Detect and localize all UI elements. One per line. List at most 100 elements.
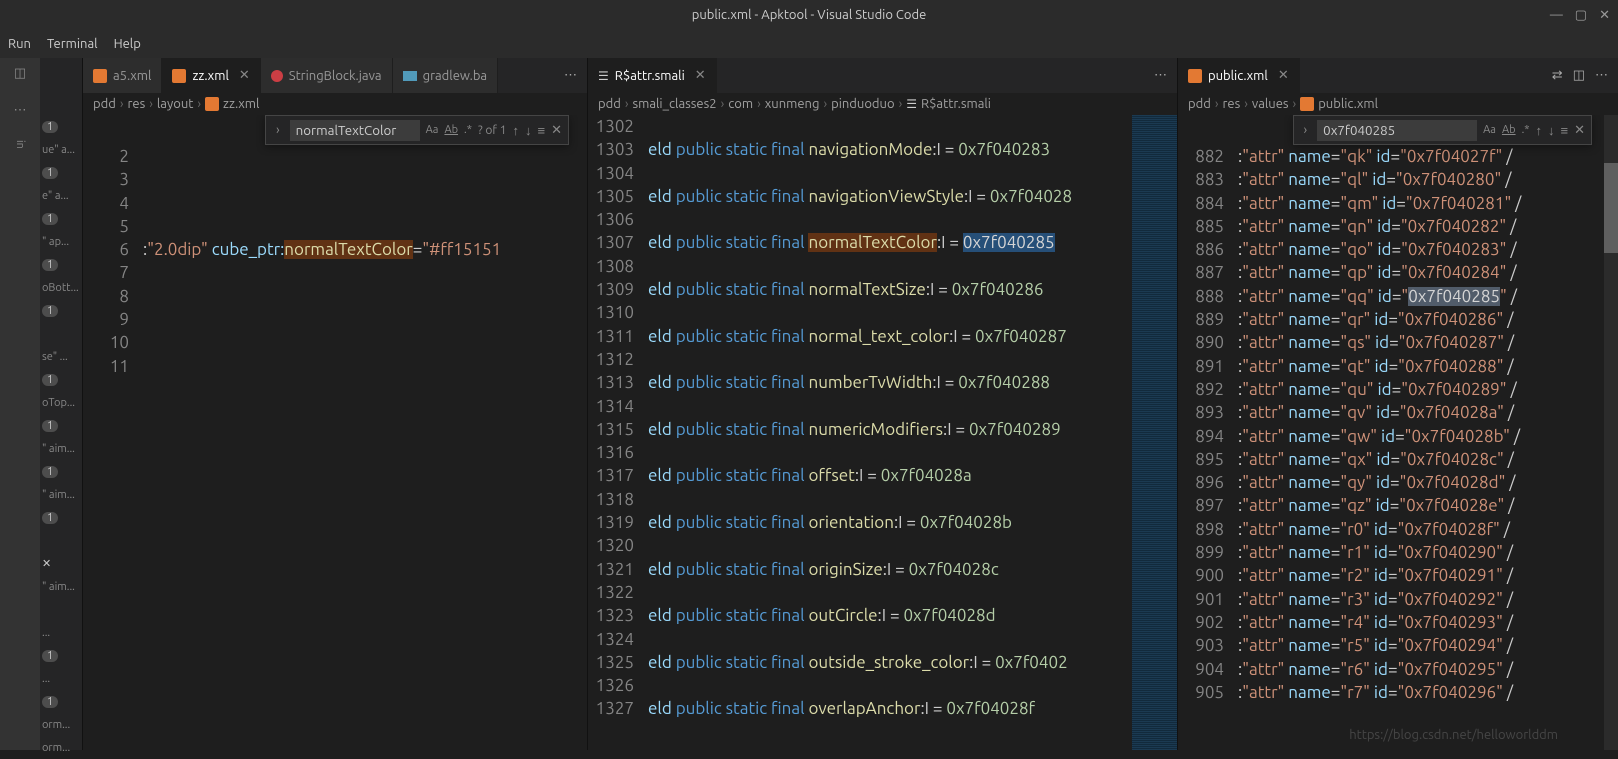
code-line[interactable]: :"attr" name="r0" id="0x7f04028f" / bbox=[1238, 518, 1618, 541]
tab-close-icon[interactable]: ✕ bbox=[695, 68, 706, 83]
menu-terminal[interactable]: Terminal bbox=[47, 37, 98, 51]
find-close-icon[interactable]: ✕ bbox=[1574, 123, 1585, 138]
breadcrumb-item[interactable]: public.xml bbox=[1318, 97, 1378, 111]
editor-body-3[interactable]: › Aa Ab .* ↑ ↓ ≡ ✕ 882883884885886887888… bbox=[1178, 115, 1618, 750]
find-selection-icon[interactable]: ≡ bbox=[1561, 123, 1569, 138]
code-line[interactable]: eld public static final numberTvWidth:I … bbox=[648, 371, 1132, 394]
find-widget-3[interactable]: › Aa Ab .* ↑ ↓ ≡ ✕ bbox=[1293, 115, 1592, 145]
open-editor-entry[interactable]: 1 bbox=[40, 414, 82, 437]
code-line[interactable]: eld public static final navigationViewSt… bbox=[648, 185, 1132, 208]
find-selection-icon[interactable]: ≡ bbox=[538, 123, 546, 138]
code-line[interactable] bbox=[648, 162, 1132, 185]
more-tabs-icon[interactable]: ⋯ bbox=[564, 68, 577, 83]
breadcrumb-item[interactable]: pdd bbox=[93, 97, 116, 111]
code-line[interactable]: :"2.0dip" cube_ptr:normalTextColor="#ff1… bbox=[143, 238, 567, 261]
match-word-icon[interactable]: Ab bbox=[1502, 124, 1516, 136]
breadcrumb-item[interactable]: res bbox=[1222, 97, 1240, 111]
code-line[interactable]: :"attr" name="r2" id="0x7f040291" / bbox=[1238, 564, 1618, 587]
breadcrumb-item[interactable]: values bbox=[1252, 97, 1289, 111]
code-line[interactable] bbox=[648, 488, 1132, 511]
code-area-2[interactable]: eld public static final navigationMode:I… bbox=[648, 115, 1132, 750]
code-line[interactable] bbox=[143, 145, 567, 168]
code-line[interactable]: :"attr" name="r4" id="0x7f040293" / bbox=[1238, 611, 1618, 634]
open-editor-entry[interactable]: 1 bbox=[40, 506, 82, 529]
close-icon[interactable]: ✕ bbox=[1599, 8, 1610, 23]
code-line[interactable] bbox=[648, 255, 1132, 278]
minimap-1[interactable] bbox=[567, 115, 587, 750]
match-word-icon[interactable]: Ab bbox=[444, 124, 458, 136]
tab-stringblock-java[interactable]: StringBlock.java bbox=[261, 58, 393, 93]
open-editor-entry[interactable]: oTop... bbox=[40, 391, 82, 414]
code-line[interactable]: :"attr" name="r7" id="0x7f040296" / bbox=[1238, 681, 1618, 704]
menu-run[interactable]: Run bbox=[8, 37, 31, 51]
minimize-icon[interactable]: — bbox=[1550, 8, 1563, 23]
open-editor-entry[interactable]: " aim... bbox=[40, 437, 82, 460]
find-prev-icon[interactable]: ↑ bbox=[1536, 123, 1543, 138]
open-editor-entry[interactable]: 1 bbox=[40, 161, 82, 184]
code-line[interactable]: eld public static final navigationMode:I… bbox=[648, 138, 1132, 161]
code-line[interactable] bbox=[143, 331, 567, 354]
open-editor-entry[interactable]: 1 bbox=[40, 460, 82, 483]
code-line[interactable]: :"attr" name="qo" id="0x7f040283" / bbox=[1238, 238, 1618, 261]
find-input-3[interactable] bbox=[1317, 120, 1477, 141]
code-line[interactable]: :"attr" name="qq" id="0x7f040285" / bbox=[1238, 285, 1618, 308]
open-editor-entry[interactable]: " aim... bbox=[40, 483, 82, 506]
tab-public-xml[interactable]: public.xml✕ bbox=[1178, 58, 1300, 93]
open-editor-entry[interactable]: ✕ bbox=[40, 552, 82, 575]
code-area-1[interactable]: :"2.0dip" cube_ptr:normalTextColor="#ff1… bbox=[143, 115, 567, 750]
menu-help[interactable]: Help bbox=[114, 37, 141, 51]
open-editor-entry[interactable]: ... bbox=[40, 667, 82, 690]
code-line[interactable] bbox=[143, 355, 567, 378]
breadcrumb-item[interactable]: pinduoduo bbox=[831, 97, 894, 111]
breadcrumb-item[interactable]: res bbox=[127, 97, 145, 111]
open-editor-entry[interactable]: e" a... bbox=[40, 184, 82, 207]
editor-body-2[interactable]: 1302130313041305130613071308130913101311… bbox=[588, 115, 1177, 750]
code-line[interactable]: :"attr" name="qz" id="0x7f04028e" / bbox=[1238, 494, 1618, 517]
code-line[interactable]: eld public static final orientation:I = … bbox=[648, 511, 1132, 534]
code-line[interactable]: eld public static final overlapAnchor:I … bbox=[648, 697, 1132, 720]
tab-r-attr-smali[interactable]: ☰R$attr.smali✕ bbox=[588, 58, 717, 93]
find-toggle-replace-icon[interactable]: › bbox=[1300, 123, 1312, 137]
code-line[interactable] bbox=[648, 581, 1132, 604]
breadcrumb-item[interactable]: zz.xml bbox=[223, 97, 259, 111]
more-icon[interactable]: ⋯ bbox=[14, 103, 27, 118]
breadcrumb-3[interactable]: pdd›res›values›public.xml bbox=[1178, 93, 1618, 115]
minimap-2[interactable] bbox=[1132, 115, 1177, 750]
open-editor-entry[interactable]: ... bbox=[40, 621, 82, 644]
tab-gradlew-ba[interactable]: gradlew.ba bbox=[393, 58, 499, 93]
open-editor-entry[interactable]: oBott... bbox=[40, 276, 82, 299]
code-line[interactable] bbox=[143, 285, 567, 308]
open-editor-entry[interactable]: 1 bbox=[40, 690, 82, 713]
code-line[interactable] bbox=[143, 308, 567, 331]
open-editor-entry[interactable]: 1 bbox=[40, 644, 82, 667]
breadcrumb-item[interactable]: pdd bbox=[1188, 97, 1211, 111]
code-line[interactable]: :"attr" name="ql" id="0x7f040280" / bbox=[1238, 168, 1618, 191]
code-line[interactable]: eld public static final outCircle:I = 0x… bbox=[648, 604, 1132, 627]
code-line[interactable]: eld public static final numericModifiers… bbox=[648, 418, 1132, 441]
code-line[interactable]: :"attr" name="r3" id="0x7f040292" / bbox=[1238, 588, 1618, 611]
regex-icon[interactable]: .* bbox=[464, 124, 472, 136]
code-line[interactable] bbox=[648, 674, 1132, 697]
code-line[interactable]: :"attr" name="qs" id="0x7f040287" / bbox=[1238, 331, 1618, 354]
tab-a5-xml[interactable]: a5.xml bbox=[83, 58, 162, 93]
open-editor-entry[interactable]: se" ... bbox=[40, 345, 82, 368]
open-editor-entry[interactable]: orm... bbox=[40, 713, 82, 736]
code-line[interactable] bbox=[648, 441, 1132, 464]
open-editor-entry[interactable] bbox=[40, 529, 82, 552]
code-line[interactable] bbox=[648, 628, 1132, 651]
editor-body-1[interactable]: › Aa Ab .* ? of 1 ↑ ↓ ≡ ✕ 234567891011 :… bbox=[83, 115, 587, 750]
breadcrumb-1[interactable]: pdd›res›layout›zz.xml bbox=[83, 93, 587, 115]
open-editor-entry[interactable] bbox=[40, 322, 82, 345]
code-line[interactable]: :"attr" name="r6" id="0x7f040295" / bbox=[1238, 658, 1618, 681]
code-line[interactable]: eld public static final originSize:I = 0… bbox=[648, 558, 1132, 581]
code-line[interactable]: eld public static final outside_stroke_c… bbox=[648, 651, 1132, 674]
more-tabs-icon[interactable]: ⋯ bbox=[1154, 68, 1167, 83]
open-editor-entry[interactable]: 1 bbox=[40, 207, 82, 230]
open-editor-entry[interactable] bbox=[40, 598, 82, 621]
code-line[interactable] bbox=[648, 348, 1132, 371]
breadcrumb-item[interactable]: layout bbox=[157, 97, 193, 111]
breadcrumb-item[interactable]: xunmeng bbox=[765, 97, 820, 111]
open-editor-entry[interactable]: " aim... bbox=[40, 575, 82, 598]
code-line[interactable] bbox=[648, 208, 1132, 231]
find-prev-icon[interactable]: ↑ bbox=[513, 123, 520, 138]
